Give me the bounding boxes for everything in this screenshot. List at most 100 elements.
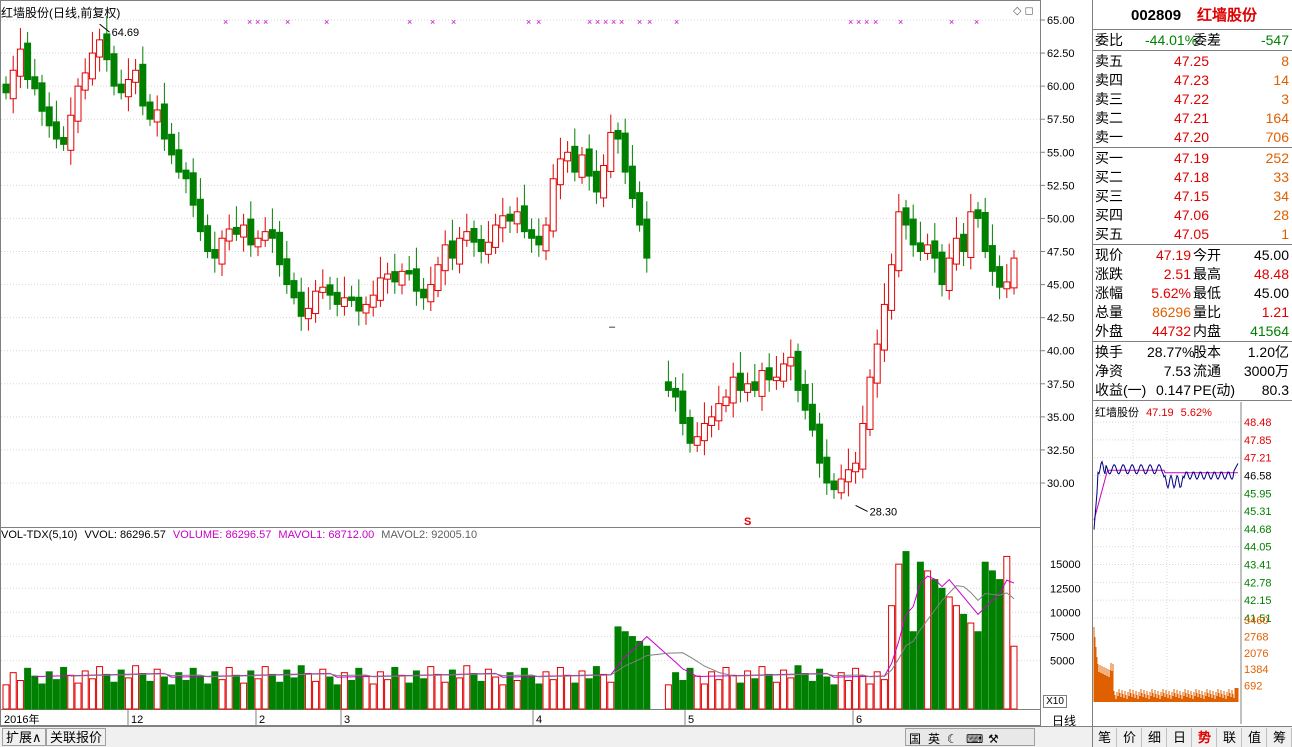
volume-bar bbox=[600, 673, 608, 710]
stock-code: 002809 bbox=[1131, 7, 1182, 24]
candle-body bbox=[960, 233, 968, 252]
tab-related-quotes[interactable]: 关联报价 bbox=[46, 728, 107, 746]
kline-chart-area[interactable]: 65.00 62.50 60.00 57.50 55.00 52.50 50.00 47.50… bbox=[0, 0, 1092, 747]
candle-body bbox=[132, 69, 140, 83]
volume-bar bbox=[405, 682, 413, 710]
fundamental-value: 28.77% bbox=[1147, 344, 1195, 360]
right-tab-4[interactable]: 势 bbox=[1193, 728, 1217, 747]
tools-icon[interactable]: ⚒ bbox=[988, 731, 999, 747]
right-tab-2[interactable]: 细 bbox=[1143, 728, 1167, 747]
signal-marker: × bbox=[848, 17, 853, 27]
ask-row[interactable]: 卖二 47.21 164 bbox=[1093, 109, 1292, 128]
right-tab-0[interactable]: 笔 bbox=[1093, 728, 1117, 747]
volume-bar bbox=[369, 683, 377, 710]
candle-body bbox=[384, 273, 392, 280]
bid-volume: 34 bbox=[1273, 188, 1289, 204]
chart-options-icons[interactable]: ◇ ◻ bbox=[1013, 4, 1034, 17]
fundamental-row: 收益(一) 0.147 PE(动) 80.3 bbox=[1093, 381, 1292, 400]
volume-bar bbox=[88, 678, 96, 710]
volume-bar bbox=[477, 680, 485, 710]
ime-english-icon[interactable]: 英 bbox=[928, 731, 940, 747]
right-tab-6[interactable]: 值 bbox=[1243, 728, 1267, 747]
candle-body bbox=[405, 270, 413, 275]
signal-marker: × bbox=[898, 17, 903, 27]
bid-row[interactable]: 买五 47.05 1 bbox=[1093, 225, 1292, 244]
bid-row[interactable]: 买四 47.06 28 bbox=[1093, 206, 1292, 225]
volume-bar bbox=[319, 668, 327, 710]
chart-frame bbox=[0, 0, 1041, 726]
signal-marker: × bbox=[637, 17, 642, 27]
candle-body bbox=[873, 343, 881, 384]
candle-body bbox=[988, 245, 996, 272]
stat-label: 涨幅 bbox=[1095, 285, 1123, 301]
volume-bar bbox=[168, 684, 176, 710]
ask-row[interactable]: 卖三 47.22 3 bbox=[1093, 90, 1292, 109]
volume-bar bbox=[535, 683, 543, 710]
volume-bar bbox=[924, 570, 932, 710]
volume-bar bbox=[772, 681, 780, 710]
right-tab-3[interactable]: 日 bbox=[1168, 728, 1192, 747]
volume-bar bbox=[808, 680, 816, 710]
volume-bar bbox=[729, 674, 737, 710]
signal-marker: × bbox=[536, 17, 541, 27]
zoom-x10-button[interactable]: X10 bbox=[1043, 695, 1067, 708]
candle-body bbox=[808, 403, 816, 431]
keyboard-icon[interactable]: ⌨ bbox=[966, 731, 983, 747]
moon-icon[interactable]: ☾ bbox=[947, 731, 958, 747]
price-axis-label: 55.00 bbox=[1047, 147, 1075, 159]
candle-body bbox=[895, 211, 903, 272]
stat-value: 41564 bbox=[1250, 323, 1289, 339]
bid-row[interactable]: 买二 47.18 33 bbox=[1093, 168, 1292, 187]
volume-bar bbox=[333, 684, 341, 710]
volume-bar bbox=[254, 678, 262, 710]
price-axis-label: 32.50 bbox=[1047, 445, 1075, 457]
candle-body bbox=[520, 205, 528, 233]
volume-bar bbox=[448, 669, 456, 710]
volume-bar bbox=[81, 670, 89, 710]
right-tab-5[interactable]: 联 bbox=[1218, 728, 1242, 747]
ask-row[interactable]: 卖五 47.25 8 bbox=[1093, 52, 1292, 71]
ask-row[interactable]: 卖一 47.20 706 bbox=[1093, 128, 1292, 147]
candle-body bbox=[340, 297, 348, 307]
candle-body bbox=[124, 79, 132, 98]
bid-price: 47.19 bbox=[1173, 150, 1209, 166]
volume-bar bbox=[636, 640, 644, 710]
volume-bar bbox=[873, 671, 881, 710]
candle-body bbox=[168, 133, 176, 156]
volume-bar bbox=[103, 673, 111, 710]
right-tab-7[interactable]: 筹 bbox=[1268, 728, 1292, 747]
ime-guo-icon[interactable]: 国 bbox=[909, 731, 921, 747]
candle-body bbox=[398, 270, 406, 286]
candle-body bbox=[729, 376, 737, 404]
right-tab-1[interactable]: 价 bbox=[1118, 728, 1142, 747]
max-price-label: 64.69 bbox=[112, 27, 140, 39]
price-axis-label: 57.50 bbox=[1047, 114, 1075, 126]
candle-body bbox=[376, 277, 384, 301]
kline-chart[interactable]: 65.00 62.50 60.00 57.50 55.00 52.50 50.00 47.50… bbox=[0, 0, 1092, 726]
price-axis-label: 52.50 bbox=[1047, 180, 1075, 192]
ask-row[interactable]: 卖四 47.23 14 bbox=[1093, 71, 1292, 90]
candle-body bbox=[441, 244, 449, 272]
fundamental-label: 净资 bbox=[1095, 363, 1123, 379]
signal-marker: × bbox=[430, 17, 435, 27]
volume-bar bbox=[146, 680, 154, 710]
volume-bar bbox=[74, 682, 82, 710]
candle-body bbox=[952, 237, 960, 265]
stat-value: 44732 bbox=[1152, 323, 1191, 339]
mini-price-label: 44.68 bbox=[1244, 524, 1272, 536]
volume-bar bbox=[664, 684, 672, 710]
volume-bar bbox=[844, 680, 852, 710]
candle-body bbox=[628, 165, 636, 200]
bid-row[interactable]: 买三 47.15 34 bbox=[1093, 187, 1292, 206]
mavol1-value: MAVOL1: 68712.00 bbox=[278, 529, 375, 541]
volume-bar bbox=[247, 670, 255, 710]
candle-body bbox=[74, 85, 82, 122]
tab-extend[interactable]: 扩展∧ bbox=[2, 728, 46, 746]
volume-bar bbox=[852, 667, 860, 710]
ask-label: 卖五 bbox=[1095, 53, 1123, 69]
intraday-mini-chart[interactable]: 48.48 47.85 47.21 46.58 45.95 45.31 44.68 44.05… bbox=[1093, 402, 1292, 724]
volume-bar bbox=[398, 674, 406, 710]
volume-bar bbox=[232, 674, 240, 710]
bid-row[interactable]: 买一 47.19 252 bbox=[1093, 149, 1292, 168]
candle-body bbox=[412, 268, 420, 292]
